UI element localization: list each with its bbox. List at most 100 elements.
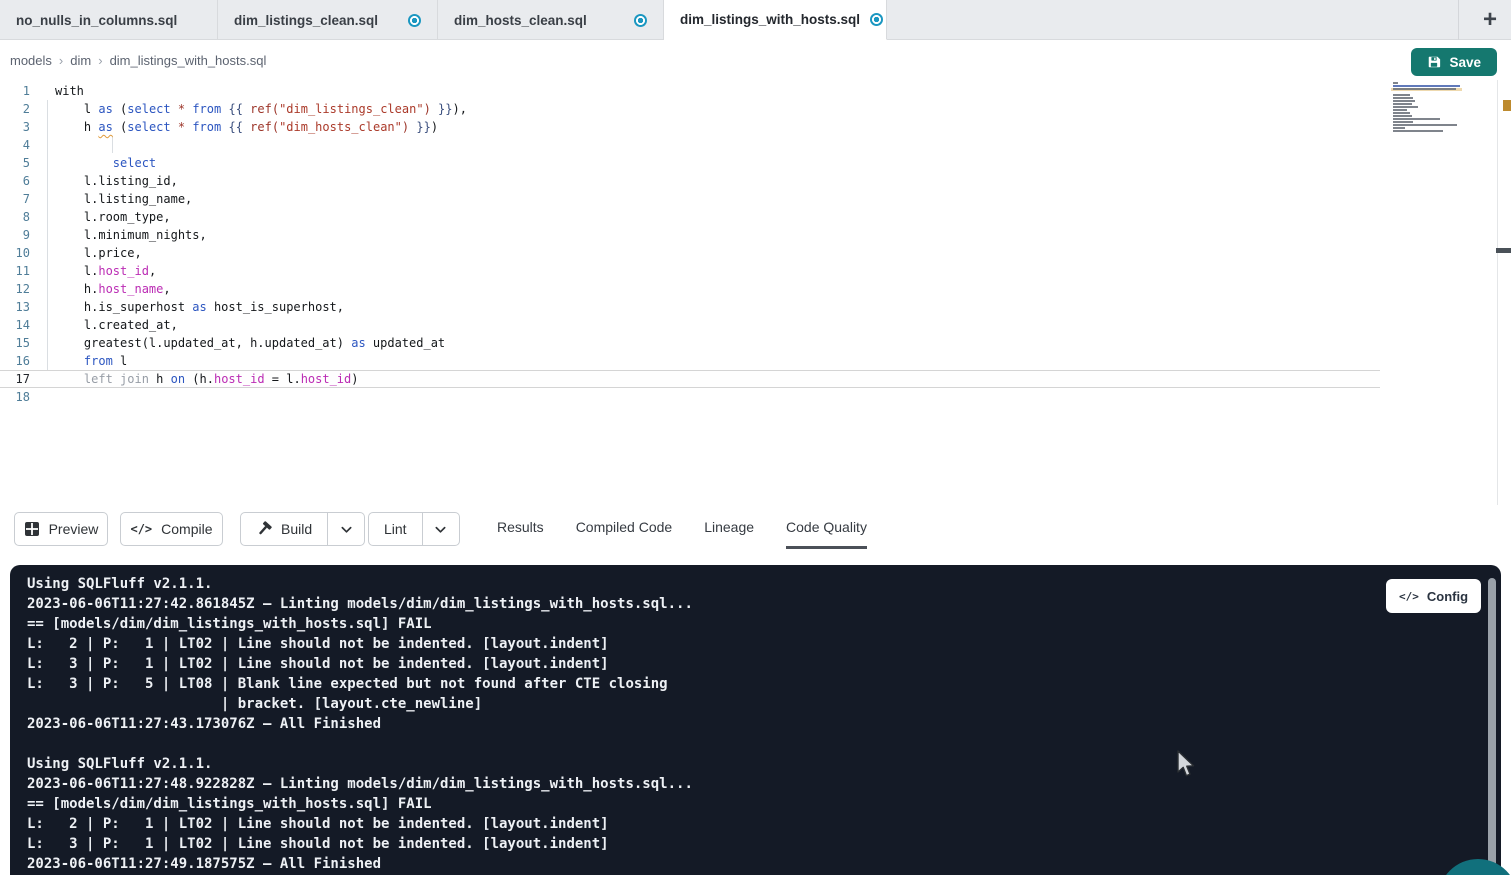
minimap-line	[1393, 109, 1407, 111]
panel-tabs: Results Compiled Code Lineage Code Quality	[497, 508, 867, 552]
line-code: select	[30, 154, 156, 172]
terminal-line	[27, 734, 1501, 754]
breadcrumb-separator: ›	[98, 53, 102, 68]
code-line[interactable]: 6 l.listing_id,	[0, 172, 1380, 190]
line-number: 16	[0, 352, 30, 370]
terminal-line: Using SQLFluff v2.1.1.	[27, 754, 1501, 774]
terminal-line: 2023-06-06T11:27:49.187575Z — All Finish…	[27, 854, 1501, 874]
code-line[interactable]: 16 from l	[0, 352, 1380, 370]
compile-button[interactable]: </> Compile	[120, 512, 223, 546]
terminal-line: == [models/dim/dim_listings_with_hosts.s…	[27, 614, 1501, 634]
minimap-line	[1393, 106, 1418, 108]
breadcrumb: models › dim › dim_listings_with_hosts.sql	[10, 40, 266, 80]
config-button-label: Config	[1427, 589, 1468, 604]
code-line[interactable]: 15 greatest(l.updated_at, h.updated_at) …	[0, 334, 1380, 352]
line-number: 1	[0, 82, 30, 100]
minimap-line	[1393, 121, 1413, 123]
tab-label: dim_listings_clean.sql	[234, 13, 378, 28]
code-line[interactable]: 11 l.host_id,	[0, 262, 1380, 280]
line-number: 18	[0, 388, 30, 406]
terminal-line: L: 3 | P: 5 | LT08 | Blank line expected…	[27, 674, 1501, 694]
terminal-line: L: 3 | P: 1 | LT02 | Line should not be …	[27, 834, 1501, 854]
breadcrumb-item[interactable]: models	[10, 53, 52, 68]
lint-button-label: Lint	[384, 521, 407, 537]
lint-button[interactable]: Lint	[368, 512, 423, 546]
minimap-line	[1393, 97, 1413, 99]
code-line[interactable]: 10 l.price,	[0, 244, 1380, 262]
line-number: 11	[0, 262, 30, 280]
tab-no_nulls_in_columns.sql[interactable]: no_nulls_in_columns.sql	[0, 0, 218, 40]
line-code: greatest(l.updated_at, h.updated_at) as …	[30, 334, 445, 352]
line-number: 4	[0, 136, 30, 154]
code-line[interactable]: 13 h.is_superhost as host_is_superhost,	[0, 298, 1380, 316]
terminal-scrollbar[interactable]	[1488, 578, 1496, 870]
terminal-line: L: 2 | P: 1 | LT02 | Line should not be …	[27, 634, 1501, 654]
code-lines: 1with2 l as (select * from {{ ref("dim_l…	[0, 82, 1380, 406]
panel-tab-lineage[interactable]: Lineage	[704, 508, 754, 549]
minimap-line	[1393, 85, 1460, 87]
breadcrumb-item[interactable]: dim_listings_with_hosts.sql	[110, 53, 267, 68]
panel-tab-results[interactable]: Results	[497, 508, 544, 549]
code-line[interactable]: 18	[0, 388, 1380, 406]
code-line[interactable]: 12 h.host_name,	[0, 280, 1380, 298]
config-button[interactable]: </> Config	[1386, 579, 1481, 613]
panel-tab-code-quality[interactable]: Code Quality	[786, 508, 867, 549]
build-button[interactable]: Build	[240, 512, 328, 546]
tab-label: dim_hosts_clean.sql	[454, 13, 587, 28]
file-header: models › dim › dim_listings_with_hosts.sql S…	[0, 40, 1511, 80]
code-brackets-icon: </>	[1399, 590, 1419, 603]
code-line[interactable]: 17 left join h on (h.host_id = l.host_id…	[0, 370, 1380, 388]
lint-dropdown-button[interactable]	[423, 512, 460, 546]
code-line[interactable]: 1with	[0, 82, 1380, 100]
code-line[interactable]: 7 l.listing_name,	[0, 190, 1380, 208]
tab-dim_hosts_clean.sql[interactable]: dim_hosts_clean.sql	[438, 0, 664, 40]
terminal-output[interactable]: Using SQLFluff v2.1.1.2023-06-06T11:27:4…	[10, 565, 1501, 875]
minimap-line	[1393, 118, 1440, 120]
line-code: left join h on (h.host_id = l.host_id)	[30, 370, 359, 388]
line-code: h.is_superhost as host_is_superhost,	[30, 298, 344, 316]
code-line[interactable]: 14 l.created_at,	[0, 316, 1380, 334]
tab-dim_listings_clean.sql[interactable]: dim_listings_clean.sql	[218, 0, 438, 40]
breadcrumb-separator: ›	[59, 53, 63, 68]
code-line[interactable]: 3 h as (select * from {{ ref("dim_hosts_…	[0, 118, 1380, 136]
line-code: l.host_id,	[30, 262, 156, 280]
code-line[interactable]: 5 select	[0, 154, 1380, 172]
terminal-line: 2023-06-06T11:27:48.922828Z — Linting mo…	[27, 774, 1501, 794]
save-button[interactable]: Save	[1411, 48, 1497, 76]
line-number: 10	[0, 244, 30, 262]
overview-warning-marker[interactable]	[1503, 100, 1511, 111]
modified-dot-icon	[408, 14, 421, 27]
code-line[interactable]: 4	[0, 136, 1380, 154]
preview-grid-icon	[24, 521, 40, 537]
terminal-line: L: 3 | P: 1 | LT02 | Line should not be …	[27, 654, 1501, 674]
panel-tab-compiled-code[interactable]: Compiled Code	[576, 508, 673, 549]
hammer-icon	[256, 521, 272, 537]
file-tab-bar: no_nulls_in_columns.sql dim_listings_clea…	[0, 0, 1511, 40]
code-line[interactable]: 8 l.room_type,	[0, 208, 1380, 226]
minimap-line	[1393, 100, 1415, 102]
line-number: 14	[0, 316, 30, 334]
line-number: 15	[0, 334, 30, 352]
terminal-lines: Using SQLFluff v2.1.1.2023-06-06T11:27:4…	[27, 574, 1501, 874]
code-line[interactable]: 9 l.minimum_nights,	[0, 226, 1380, 244]
breadcrumb-item[interactable]: dim	[70, 53, 91, 68]
minimap[interactable]	[1391, 82, 1462, 136]
build-dropdown-button[interactable]	[328, 512, 365, 546]
overview-cursor-marker[interactable]	[1496, 248, 1511, 253]
code-editor[interactable]: 1with2 l as (select * from {{ ref("dim_l…	[0, 80, 1511, 508]
line-code: h.host_name,	[30, 280, 171, 298]
tab-bar-divider	[1458, 0, 1459, 40]
code-brackets-icon: </>	[130, 522, 152, 536]
line-number: 17	[0, 370, 30, 388]
new-tab-button[interactable]: +	[1470, 0, 1510, 40]
line-number: 2	[0, 100, 30, 118]
preview-button[interactable]: Preview	[14, 512, 108, 546]
line-code: l.created_at,	[30, 316, 178, 334]
tab-dim_listings_with_hosts.sql[interactable]: dim_listings_with_hosts.sql	[664, 0, 887, 40]
line-number: 9	[0, 226, 30, 244]
minimap-line	[1393, 115, 1412, 117]
code-line[interactable]: 2 l as (select * from {{ ref("dim_listin…	[0, 100, 1380, 118]
modified-dot-icon	[870, 13, 883, 26]
overview-ruler	[1497, 80, 1498, 505]
chevron-down-icon	[340, 523, 353, 536]
